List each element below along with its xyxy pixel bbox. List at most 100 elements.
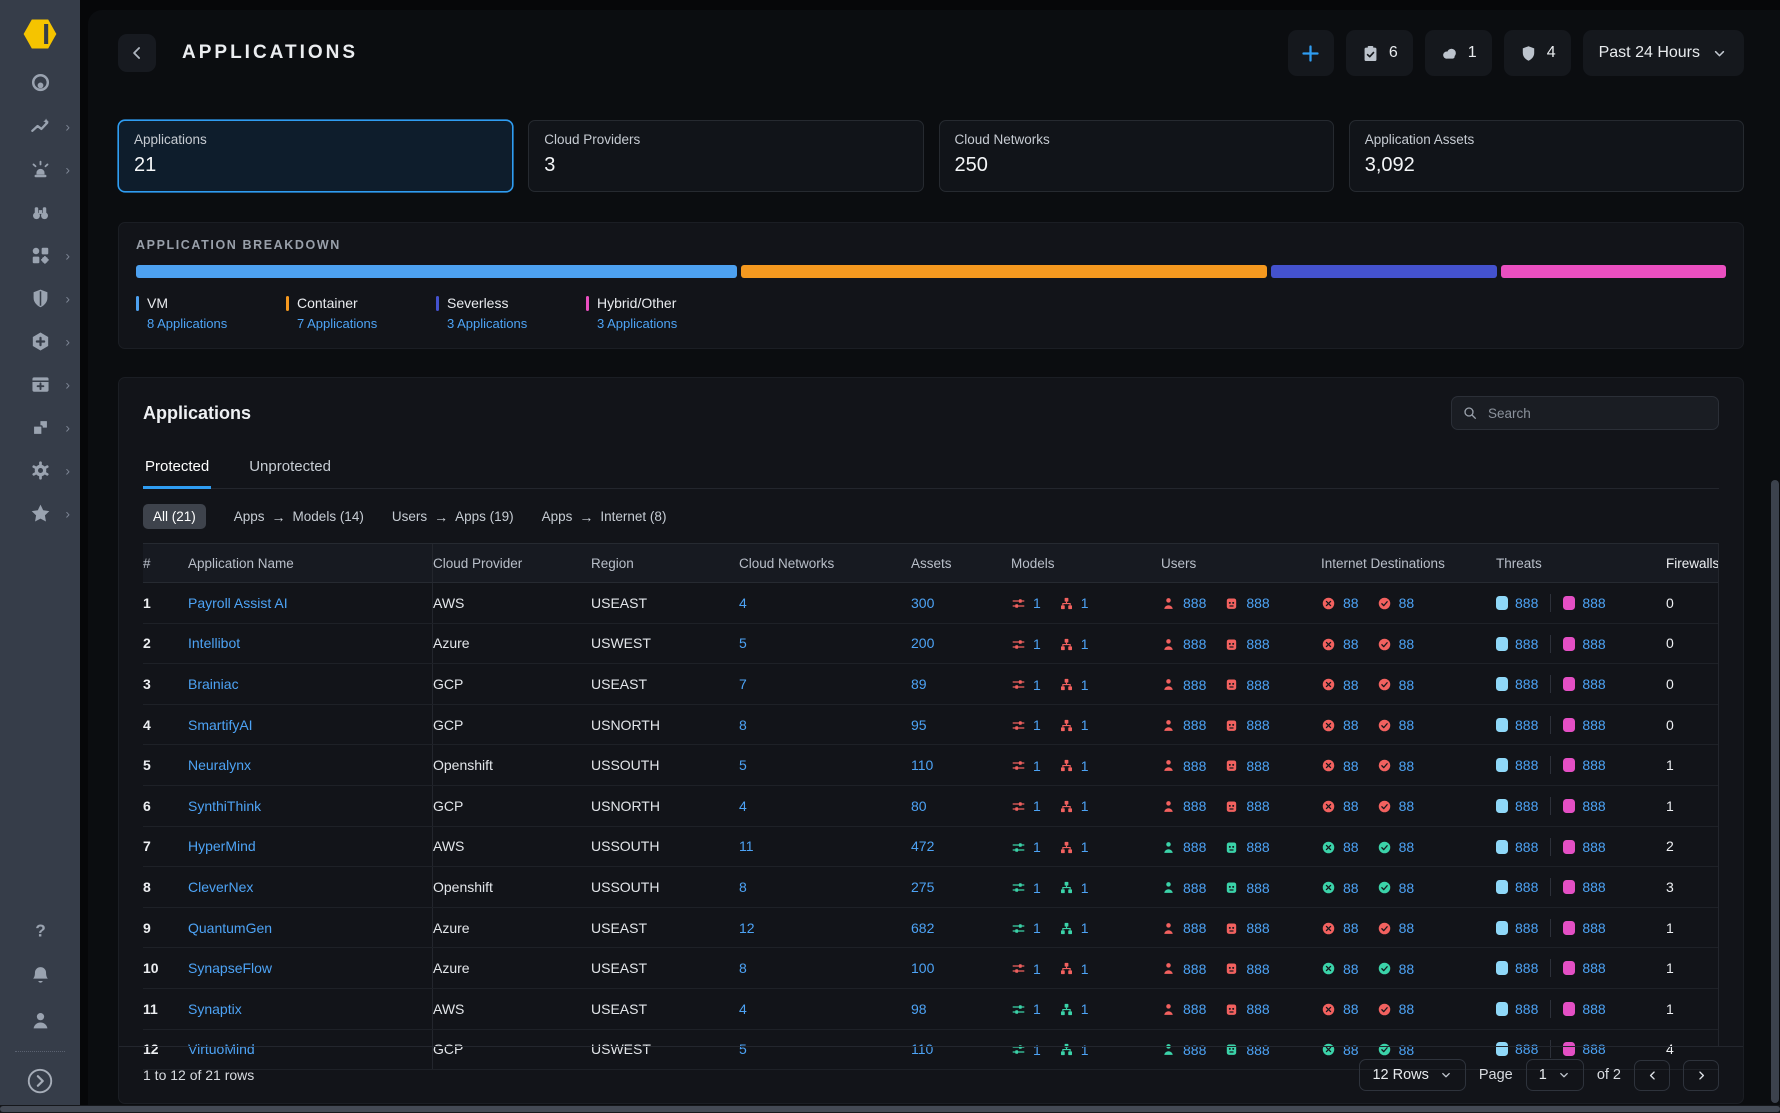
count-value[interactable]: 888 [1582,839,1605,855]
count-value[interactable]: 888 [1582,636,1605,652]
sidebar-item-expand[interactable] [25,1058,55,1103]
count-value[interactable]: 1 [1033,636,1041,652]
application-name-link[interactable]: Synaptix [188,1001,242,1017]
legend-count-link[interactable]: 3 Applications [597,316,736,331]
assets-link[interactable]: 80 [911,798,927,814]
count-value[interactable]: 88 [1399,920,1415,936]
vertical-scrollbar[interactable] [1770,0,1780,1105]
legend-count-link[interactable]: 7 Applications [297,316,436,331]
time-range-dropdown[interactable]: Past 24 Hours [1583,30,1744,76]
count-value[interactable]: 1 [1033,595,1041,611]
application-name-link[interactable]: QuantumGen [188,920,272,936]
count-value[interactable]: 88 [1343,880,1359,896]
count-value[interactable]: 888 [1246,758,1269,774]
count-value[interactable]: 888 [1183,595,1206,611]
add-button[interactable] [1288,30,1334,76]
count-value[interactable]: 888 [1246,677,1269,693]
count-value[interactable]: 88 [1343,636,1359,652]
count-value[interactable]: 888 [1515,676,1538,692]
count-value[interactable]: 88 [1399,595,1415,611]
application-name-link[interactable]: SmartifyAI [188,717,253,733]
count-value[interactable]: 88 [1343,839,1359,855]
count-value[interactable]: 1 [1033,839,1041,855]
prev-page-button[interactable] [1634,1060,1670,1091]
search-input[interactable] [1486,405,1708,422]
count-value[interactable]: 1 [1033,798,1041,814]
assets-link[interactable]: 98 [911,1001,927,1017]
assets-link[interactable]: 95 [911,717,927,733]
vertical-scrollbar-thumb[interactable] [1771,480,1779,1103]
count-value[interactable]: 88 [1343,1001,1359,1017]
cloud-networks-link[interactable]: 8 [739,717,747,733]
count-value[interactable]: 88 [1399,636,1415,652]
application-name-link[interactable]: Intellibot [188,635,240,651]
brand-logo-icon[interactable] [20,14,60,54]
count-value[interactable]: 88 [1399,839,1415,855]
sidebar-item-settings[interactable]: › [0,449,80,492]
count-value[interactable]: 1 [1081,1001,1089,1017]
sidebar-item-favorites[interactable]: › [0,492,80,535]
count-value[interactable]: 888 [1515,757,1538,773]
assets-link[interactable]: 682 [911,920,934,936]
count-value[interactable]: 888 [1515,879,1538,895]
sidebar-item-analytics[interactable]: › [0,105,80,148]
application-name-link[interactable]: SynapseFlow [188,960,272,976]
count-value[interactable]: 88 [1343,677,1359,693]
cloud-networks-link[interactable]: 7 [739,676,747,692]
assets-link[interactable]: 472 [911,838,934,854]
count-value[interactable]: 888 [1246,717,1269,733]
count-value[interactable]: 1 [1081,595,1089,611]
count-value[interactable]: 88 [1399,758,1415,774]
count-value[interactable]: 88 [1399,717,1415,733]
assets-link[interactable]: 100 [911,960,934,976]
search-box[interactable] [1451,396,1719,430]
cloud-networks-link[interactable]: 8 [739,879,747,895]
horizontal-scrollbar[interactable] [0,1105,1780,1113]
sidebar-item-alerts[interactable]: › [0,148,80,191]
application-name-link[interactable]: Neuralynx [188,757,251,773]
application-name-link[interactable]: Payroll Assist AI [188,595,288,611]
assets-link[interactable]: 275 [911,879,934,895]
count-value[interactable]: 888 [1183,798,1206,814]
count-value[interactable]: 888 [1246,920,1269,936]
count-value[interactable]: 888 [1183,677,1206,693]
count-value[interactable]: 1 [1033,1001,1041,1017]
count-value[interactable]: 888 [1183,880,1206,896]
sidebar-item-discovery[interactable] [0,191,80,234]
rows-per-page-select[interactable]: 12 Rows [1359,1059,1465,1091]
count-value[interactable]: 1 [1033,677,1041,693]
cloud-networks-link[interactable]: 4 [739,1001,747,1017]
count-value[interactable]: 88 [1343,758,1359,774]
page-select[interactable]: 1 [1526,1059,1584,1091]
count-value[interactable]: 88 [1343,798,1359,814]
cloud-networks-link[interactable]: 8 [739,960,747,976]
count-value[interactable]: 1 [1081,717,1089,733]
stat-card-application-assets[interactable]: Application Assets3,092 [1349,120,1744,192]
count-value[interactable]: 888 [1183,636,1206,652]
sidebar-item-assets[interactable]: › [0,234,80,277]
next-page-button[interactable] [1683,1060,1719,1091]
count-value[interactable]: 888 [1246,839,1269,855]
tab-protected[interactable]: Protected [143,452,211,489]
assets-link[interactable]: 110 [911,757,933,773]
count-value[interactable]: 888 [1183,961,1206,977]
tab-unprotected[interactable]: Unprotected [247,452,333,489]
count-value[interactable]: 1 [1081,880,1089,896]
count-value[interactable]: 888 [1582,798,1605,814]
stat-card-applications[interactable]: Applications21 [118,120,513,192]
count-value[interactable]: 888 [1515,798,1538,814]
sidebar-item-account[interactable] [29,998,52,1043]
count-value[interactable]: 1 [1081,920,1089,936]
count-value[interactable]: 888 [1582,595,1605,611]
count-value[interactable]: 1 [1033,717,1041,733]
count-value[interactable]: 888 [1515,595,1538,611]
count-value[interactable]: 888 [1246,961,1269,977]
count-value[interactable]: 888 [1582,757,1605,773]
back-button[interactable] [118,34,156,72]
count-value[interactable]: 1 [1033,961,1041,977]
filter-apps-models-14-[interactable]: Apps→Models (14) [234,509,364,525]
count-value[interactable]: 1 [1081,961,1089,977]
application-name-link[interactable]: Brainiac [188,676,239,692]
count-value[interactable]: 888 [1582,960,1605,976]
clipboard-check-counter-chip[interactable]: 6 [1346,30,1413,76]
